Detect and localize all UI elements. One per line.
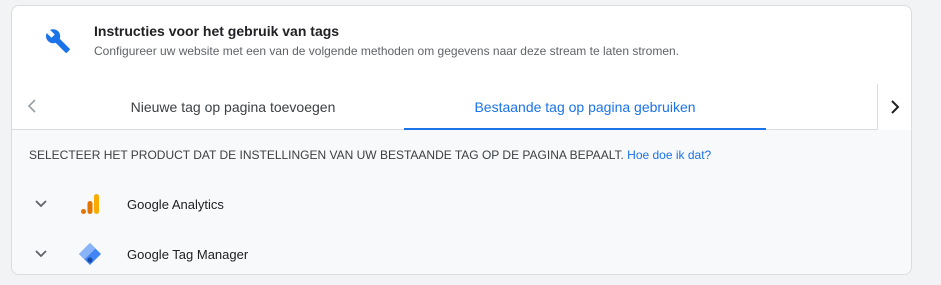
tab-new-tag[interactable]: Nieuwe tag op pagina toevoegen <box>62 84 404 130</box>
card-title: Instructies voor het gebruik van tags <box>94 23 340 39</box>
instruction-text: SELECTEER HET PRODUCT DAT DE INSTELLINGE… <box>29 148 624 162</box>
expand-chevron[interactable] <box>32 195 50 213</box>
product-instruction: SELECTEER HET PRODUCT DAT DE INSTELLINGE… <box>29 148 711 162</box>
product-label: Google Tag Manager <box>127 246 249 262</box>
chevron-left-icon <box>27 99 36 113</box>
google-tag-manager-icon <box>79 243 101 265</box>
tab-scroll-next-button[interactable] <box>877 84 911 130</box>
chevron-down-icon <box>35 200 47 208</box>
expand-chevron[interactable] <box>32 245 50 263</box>
card-header: Instructies voor het gebruik van tags Co… <box>12 6 911 76</box>
chevron-down-icon <box>35 250 47 258</box>
tab-existing-tag-label: Bestaande tag op pagina gebruiken <box>474 99 696 115</box>
tab-new-tag-label: Nieuwe tag op pagina toevoegen <box>130 99 336 115</box>
product-row-google-tag-manager[interactable]: Google Tag Manager <box>12 232 911 274</box>
product-label: Google Analytics <box>127 196 224 212</box>
product-row-google-analytics[interactable]: Google Analytics <box>12 182 911 226</box>
tab-bar: Nieuwe tag op pagina toevoegen Bestaande… <box>12 84 911 130</box>
chevron-right-icon <box>890 100 899 114</box>
card-subtitle: Configureer uw website met een van de vo… <box>94 44 680 58</box>
google-analytics-icon <box>81 194 99 214</box>
tab-scroll-prev-button[interactable] <box>20 94 44 118</box>
help-link[interactable]: Hoe doe ik dat? <box>627 148 711 162</box>
tag-instructions-card: Instructies voor het gebruik van tags Co… <box>11 5 912 275</box>
tab-content: SELECTEER HET PRODUCT DAT DE INSTELLINGE… <box>12 130 911 274</box>
tab-existing-tag[interactable]: Bestaande tag op pagina gebruiken <box>404 84 766 130</box>
wrench-icon <box>46 29 70 53</box>
